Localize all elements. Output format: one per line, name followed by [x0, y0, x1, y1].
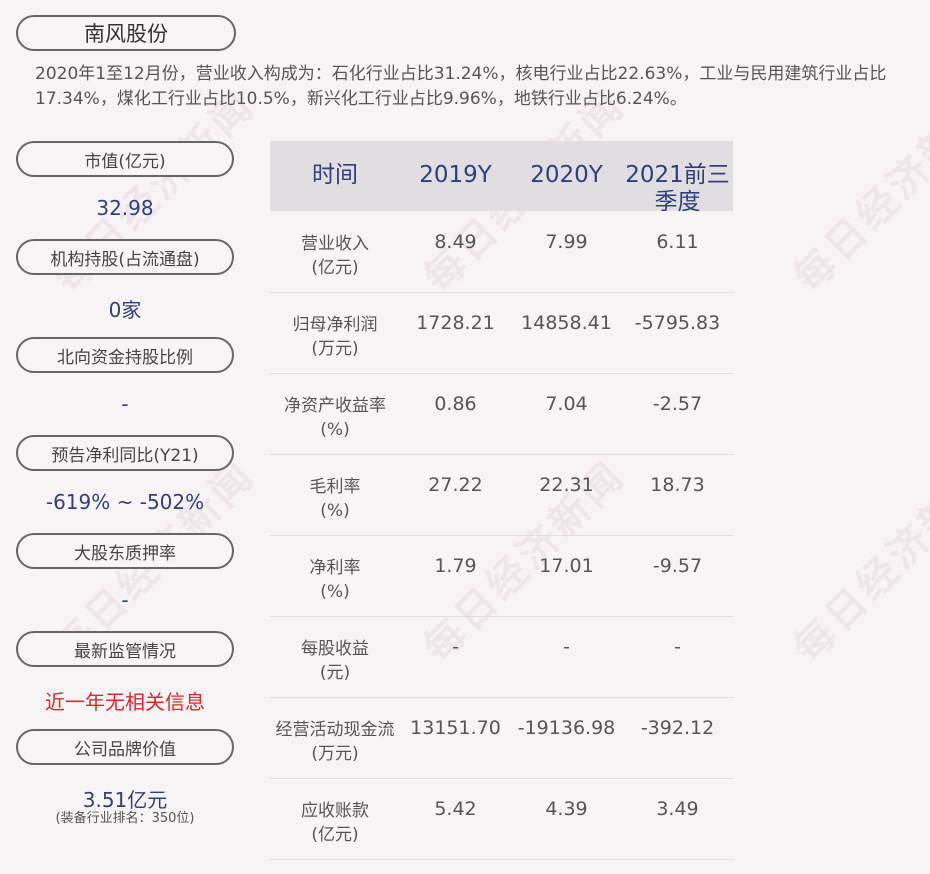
cell-2020: 7.04: [545, 393, 588, 415]
cell-2019: -: [452, 636, 459, 658]
metric-value-market-cap: 32.98: [96, 196, 154, 220]
header-2020: 2020Y: [530, 162, 603, 188]
metric-label-regulation: 最新监管情况: [16, 631, 234, 667]
cell-2020: 17.01: [539, 555, 594, 577]
company-name: 南风股份: [16, 15, 236, 51]
metric-label-market-cap: 市值(亿元): [16, 141, 234, 177]
cell-2021q3: 3.49: [656, 798, 699, 820]
cell-2021q3: -5795.83: [634, 312, 721, 334]
cell-2019: 27.22: [428, 474, 483, 496]
table-header: 时间 2019Y 2020Y 2021前三季度: [270, 141, 733, 215]
metric-label-brand: 公司品牌价值: [16, 729, 234, 765]
metric-label-pledge: 大股东质押率: [16, 533, 234, 569]
cell-2021q3: -9.57: [652, 555, 703, 577]
metric-value-northbound: -: [121, 392, 129, 416]
row-label: 营业收入 (亿元): [301, 234, 369, 278]
table-row: 毛利率 (%) 27.22 22.31 18.73: [270, 454, 733, 536]
metric-value-pledge: -: [121, 588, 129, 612]
metric-label-institutional: 机构持股(占流通盘): [16, 239, 234, 275]
cell-2019: 1.79: [434, 555, 477, 577]
cell-2021q3: 6.11: [656, 231, 699, 253]
table-row: 经营活动现金流 (万元) 13151.70 -19136.98 -392.12: [270, 697, 733, 779]
cell-2019: 5.42: [434, 798, 477, 820]
revenue-summary: 2020年1至12月份，营业收入构成为：石化行业占比31.24%，核电行业占比2…: [35, 64, 887, 109]
row-label: 每股收益 (元): [301, 639, 369, 683]
cell-2021q3: -392.12: [640, 717, 715, 739]
row-label: 净资产收益率 (%): [284, 396, 386, 440]
row-label: 归母净利润 (万元): [292, 315, 378, 359]
header-2019: 2019Y: [419, 162, 492, 188]
cell-2021q3: -2.57: [652, 393, 703, 415]
metric-value-forecast: -619% ~ -502%: [45, 490, 205, 514]
cell-2020: -19136.98: [517, 717, 616, 739]
watermark-text: 每日经济新闻: [785, 452, 930, 672]
metric-label-forecast: 预告净利同比(Y21): [16, 435, 234, 471]
cell-2019: 8.49: [434, 231, 477, 253]
cell-2020: 4.39: [545, 798, 588, 820]
row-label: 净利率 (%): [309, 558, 361, 602]
cell-2021q3: 18.73: [650, 474, 705, 496]
table-row: 归母净利润 (万元) 1728.21 14858.41 -5795.83: [270, 292, 733, 374]
cell-2020: 22.31: [539, 474, 594, 496]
metric-value-regulation: 近一年无相关信息: [45, 690, 205, 714]
cell-2019: 13151.70: [410, 717, 501, 739]
cell-2019: 0.86: [434, 393, 477, 415]
row-label: 经营活动现金流 (万元): [275, 720, 395, 764]
table-row: 净利率 (%) 1.79 17.01 -9.57: [270, 535, 733, 617]
row-label: 毛利率 (%): [309, 477, 361, 521]
table-row: 每股收益 (元) - - -: [270, 616, 733, 698]
table-row: 营业收入 (亿元) 8.49 7.99 6.11: [270, 211, 733, 293]
row-label: 应收账款 (亿元): [301, 801, 369, 845]
cell-2020: 14858.41: [521, 312, 612, 334]
metric-value-institutional: 0家: [108, 298, 142, 322]
cell-2021q3: -: [674, 636, 681, 658]
cell-2019: 1728.21: [416, 312, 495, 334]
header-time: 时间: [312, 162, 358, 188]
metric-sub-brand-rank: (装备行业排名：350位): [55, 811, 195, 826]
header-2021q3: 2021前三季度: [625, 162, 730, 215]
metric-label-northbound: 北向资金持股比例: [16, 337, 234, 373]
cell-2020: -: [563, 636, 570, 658]
table-row: 应收账款 (亿元) 5.42 4.39 3.49: [270, 778, 733, 860]
cell-2020: 7.99: [545, 231, 588, 253]
table-row: 净资产收益率 (%) 0.86 7.04 -2.57: [270, 373, 733, 455]
